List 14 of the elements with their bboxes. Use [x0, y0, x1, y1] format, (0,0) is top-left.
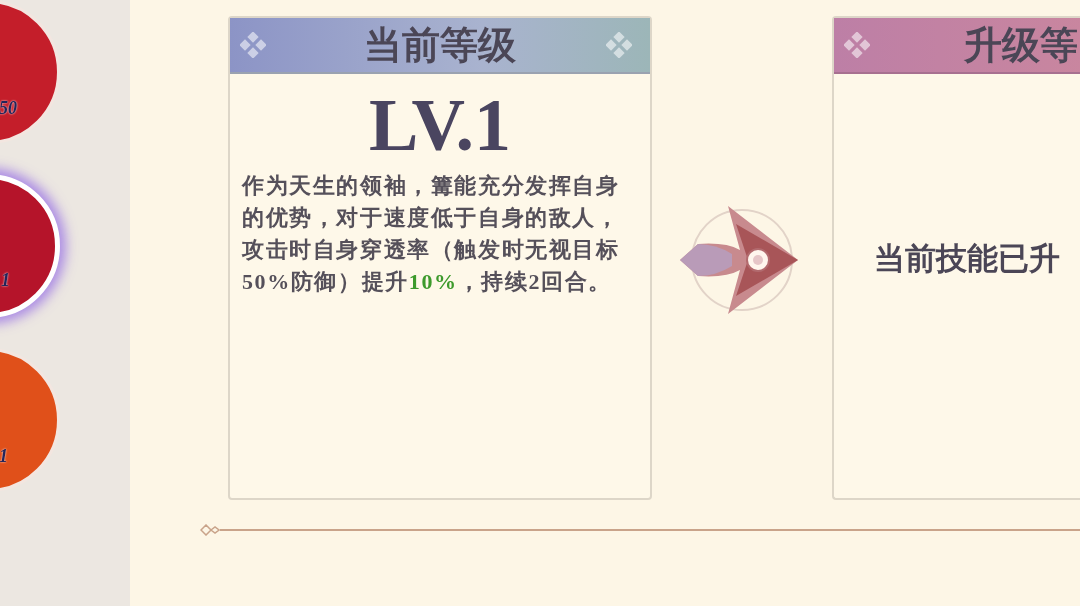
max-level-message: 当前技能已升 — [873, 240, 1060, 278]
card-title: 当前等级 — [364, 22, 516, 68]
skill-description: 作为天生的领袖，篝能充分发挥自身的优势，对于速度低于自身的敌人，攻击时自身穿透率（触发时无视目标50%防御）提升10%，持续2回合。 — [242, 172, 621, 296]
skill-icon[interactable]: 50 — [0, 0, 60, 144]
skill-level: 1 — [0, 446, 8, 467]
diamond-ornament-icon — [240, 32, 266, 58]
level-value: LV.1 — [369, 88, 511, 162]
diamond-ornament-icon — [606, 32, 632, 58]
diamond-ornament-icon — [844, 32, 870, 58]
skill-level: 1 — [1, 270, 10, 291]
card-title: 升级等 — [964, 22, 1078, 68]
skill-level: 50 — [0, 98, 17, 119]
skill-icon[interactable]: 1 — [0, 174, 60, 318]
skill-icon[interactable]: 1 — [0, 348, 60, 492]
